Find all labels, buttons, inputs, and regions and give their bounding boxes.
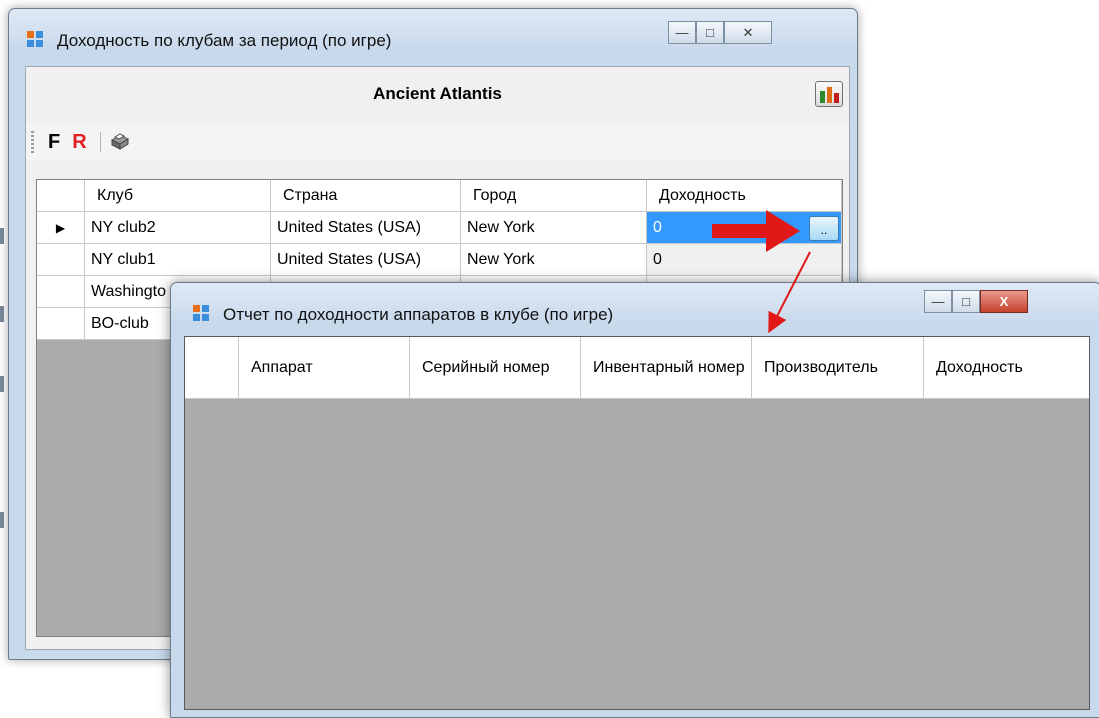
close-icon: X [999, 294, 1009, 309]
edge-mark [0, 228, 4, 244]
chart-icon [819, 91, 825, 103]
title-bar[interactable]: Отчет по доходности аппаратов в клубе (п… [171, 283, 1099, 333]
maximize-icon: □ [962, 294, 970, 309]
cell-club[interactable]: NY club1 [85, 244, 271, 276]
column-header-club[interactable]: Клуб [85, 180, 271, 212]
window-title: Доходность по клубам за период (по игре) [57, 31, 392, 50]
close-button[interactable]: X [980, 290, 1028, 313]
close-icon: ✕ [742, 24, 754, 40]
row-header-corner [185, 337, 239, 399]
row-header[interactable]: ▶ [37, 212, 85, 244]
column-header-inventory-number[interactable]: Инвентарный номер [581, 337, 752, 399]
machines-grid[interactable]: Аппарат Серийный номер Инвентарный номер… [184, 336, 1090, 710]
grid-header-row: Аппарат Серийный номер Инвентарный номер… [185, 337, 1089, 399]
column-header-city[interactable]: Город [461, 180, 647, 212]
table-row[interactable]: ▶ NY club2 United States (USA) New York … [37, 212, 842, 244]
title-bar[interactable]: Доходность по клубам за период (по игре)… [9, 9, 857, 59]
toolbar: F R [26, 123, 849, 161]
print-button[interactable] [108, 132, 130, 152]
column-header-country[interactable]: Страна [271, 180, 461, 212]
maximize-icon: □ [706, 25, 714, 40]
row-header[interactable] [37, 276, 85, 308]
cell-city[interactable]: New York [461, 244, 647, 276]
cell-city[interactable]: New York [461, 212, 647, 244]
window-title: Отчет по доходности аппаратов в клубе (п… [223, 305, 614, 324]
cell-country[interactable]: United States (USA) [271, 244, 461, 276]
report-header: Ancient Atlantis [373, 84, 502, 103]
row-header[interactable] [37, 244, 85, 276]
current-row-icon: ▶ [55, 220, 66, 235]
close-button[interactable]: ✕ [724, 21, 772, 44]
minimize-icon: — [931, 294, 945, 309]
column-header-manufacturer[interactable]: Производитель [752, 337, 924, 399]
minimize-button[interactable]: — [924, 290, 952, 313]
chart-icon-bar [833, 93, 839, 103]
chart-icon-bar [826, 87, 832, 103]
cell-club[interactable]: NY club2 [85, 212, 271, 244]
column-header-machine[interactable]: Аппарат [239, 337, 410, 399]
maximize-button[interactable]: □ [696, 21, 724, 44]
app-icon [193, 305, 209, 321]
row-header[interactable] [37, 308, 85, 340]
edge-mark [0, 512, 4, 528]
column-header-income[interactable]: Доходность [924, 337, 1089, 399]
column-header-serial-number[interactable]: Серийный номер [410, 337, 581, 399]
edge-mark [0, 376, 4, 392]
grid-header-row: Клуб Страна Город Доходность [37, 180, 842, 212]
printer-icon [110, 133, 129, 150]
refresh-button[interactable]: R [66, 131, 92, 154]
column-header-income[interactable]: Доходность [647, 180, 842, 212]
cell-income[interactable]: 0 [647, 244, 842, 276]
table-row[interactable]: NY club1 United States (USA) New York 0 [37, 244, 842, 276]
row-header-corner [37, 180, 85, 212]
minimize-button[interactable]: — [668, 21, 696, 44]
caption-buttons: — □ X [924, 290, 1028, 313]
app-icon [27, 31, 43, 47]
toolbar-separator [99, 132, 101, 152]
minimize-icon: — [675, 25, 689, 40]
caption-buttons: — □ ✕ [668, 21, 772, 44]
maximize-button[interactable]: □ [952, 290, 980, 313]
edge-mark [0, 306, 4, 322]
machine-income-window: Отчет по доходности аппаратов в клубе (п… [170, 282, 1099, 718]
income-details-button[interactable]: .. [809, 216, 839, 241]
filter-button[interactable]: F [42, 131, 66, 154]
cell-country[interactable]: United States (USA) [271, 212, 461, 244]
chart-button[interactable] [815, 81, 843, 107]
toolbar-grip[interactable] [31, 131, 34, 153]
